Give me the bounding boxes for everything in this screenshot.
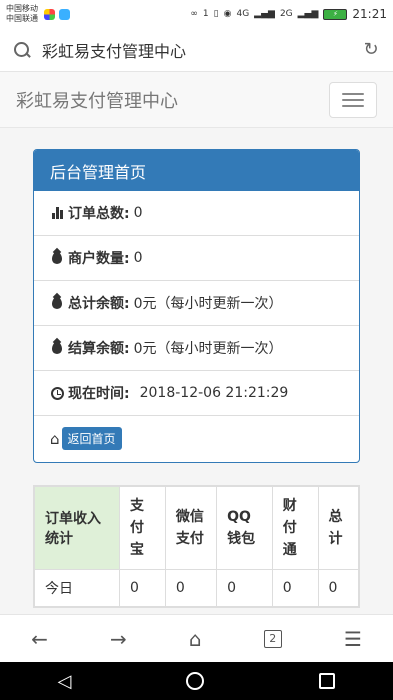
current-time-value: 2018-12-06 21:21:29 [139, 385, 289, 401]
order-income-table: 订单收入统计 支付宝 微信支付 QQ钱包 财付通 总计 今日 0 0 0 0 0 [33, 485, 360, 608]
table-cell: 0 [271, 569, 319, 607]
system-recent-apps-icon[interactable] [319, 673, 336, 689]
browser-bottom-bar: ← → ⌂ 2 ☰ [0, 614, 393, 662]
list-item-home: ⌂ 返回首页 [34, 416, 359, 461]
table-cell: 0 [119, 569, 166, 607]
refresh-icon[interactable]: ↻ [361, 39, 381, 60]
navbar-brand[interactable]: 彩虹易支付管理中心 [16, 87, 329, 113]
table-header-stat: 订单收入统计 [34, 486, 120, 570]
hamburger-line [342, 92, 364, 95]
back-arrow-icon[interactable]: ← [31, 627, 48, 651]
app-notification-icon [44, 8, 55, 20]
status-time: 21:21 [352, 7, 387, 21]
message-notification-icon [59, 8, 70, 20]
vibrate-icon: ▯ [213, 9, 219, 19]
carrier-info: 中国移动 中国联通 [6, 4, 38, 24]
drop-icon [50, 251, 64, 265]
hamburger-line [342, 98, 364, 101]
page-navbar: 彩虹易支付管理中心 [0, 72, 393, 128]
menu-toggle-button[interactable] [329, 81, 377, 118]
drop-icon [50, 341, 64, 355]
list-item-current-time: 现在时间: 2018-12-06 21:21:29 [34, 371, 359, 416]
table-header-alipay: 支付宝 [119, 486, 166, 570]
status-bar: 中国移动 中国联通 ∞ 1 ▯ ◉ 4G ▂▄▆ 2G ▂▄▆ ⚡ 21:21 [0, 0, 393, 28]
home-icon[interactable]: ⌂ [189, 627, 202, 651]
table-header-total: 总计 [317, 486, 360, 570]
table-cell: 今日 [34, 569, 120, 607]
table-header-tenpay: 财付通 [271, 486, 319, 570]
table-header-row: 订单收入统计 支付宝 微信支付 QQ钱包 财付通 总计 [34, 486, 360, 570]
eye-comfort-icon: ◉ [223, 9, 232, 19]
table-cell: 0 [164, 569, 218, 607]
total-balance-label: 总计余额: [68, 296, 130, 312]
link-icon: ∞ [190, 9, 198, 19]
system-back-icon[interactable]: ◁ [58, 671, 72, 692]
notification-count: 1 [202, 9, 209, 19]
merchants-label: 商户数量: [68, 251, 130, 267]
list-item-settle-balance: 结算余额: 0元（每小时更新一次） [34, 326, 359, 371]
notification-icons [44, 8, 70, 20]
browser-address-bar[interactable]: 彩虹易支付管理中心 ↻ [0, 28, 393, 72]
table-cell: 0 [216, 569, 273, 607]
settle-balance-value: 0元（每小时更新一次） [133, 341, 283, 357]
total-balance-value: 0元（每小时更新一次） [133, 296, 283, 312]
table-header-qq: QQ钱包 [216, 486, 273, 570]
current-time-label: 现在时间: [68, 386, 130, 402]
signal-icon: ▂▄▆ [254, 9, 275, 19]
clock-icon [50, 386, 64, 400]
table-row: 今日 0 0 0 0 0 [34, 569, 360, 607]
back-home-button[interactable]: 返回首页 [61, 427, 122, 450]
battery-icon: ⚡ [323, 8, 348, 20]
network-2g: 2G [279, 9, 293, 19]
system-navigation-bar: ◁ [0, 662, 393, 700]
hamburger-line [342, 104, 364, 107]
list-item-merchants: 商户数量: 0 [34, 236, 359, 281]
forward-arrow-icon[interactable]: → [110, 627, 127, 651]
system-home-icon[interactable] [186, 672, 205, 690]
orders-label: 订单总数: [68, 206, 130, 222]
address-title[interactable]: 彩虹易支付管理中心 [42, 38, 361, 62]
settle-balance-label: 结算余额: [68, 341, 130, 357]
panel-heading: 后台管理首页 [34, 150, 359, 191]
merchants-value: 0 [133, 250, 143, 266]
signal-icon-2: ▂▄▆ [297, 9, 319, 19]
list-item-total-balance: 总计余额: 0元（每小时更新一次） [34, 281, 359, 326]
carrier-1: 中国移动 [6, 4, 38, 13]
dashboard-panel: 后台管理首页 订单总数: 0 商户数量: 0 总计余额: 0元（每小时更新一次）… [33, 149, 360, 463]
menu-icon[interactable]: ☰ [344, 627, 362, 651]
status-indicators: ∞ 1 ▯ ◉ 4G ▂▄▆ 2G ▂▄▆ ⚡ 21:21 [190, 7, 387, 21]
drop-icon [50, 296, 64, 310]
tabs-button[interactable]: 2 [263, 629, 282, 648]
search-icon[interactable] [12, 40, 32, 60]
carrier-2: 中国联通 [6, 14, 38, 23]
home-icon: ⌂ [50, 429, 60, 448]
network-4g: 4G [236, 9, 250, 19]
list-item-orders: 订单总数: 0 [34, 191, 359, 236]
table-header-wechat: 微信支付 [164, 486, 218, 570]
table-cell: 0 [317, 569, 360, 607]
bar-chart-icon [50, 206, 64, 220]
orders-value: 0 [133, 205, 143, 221]
